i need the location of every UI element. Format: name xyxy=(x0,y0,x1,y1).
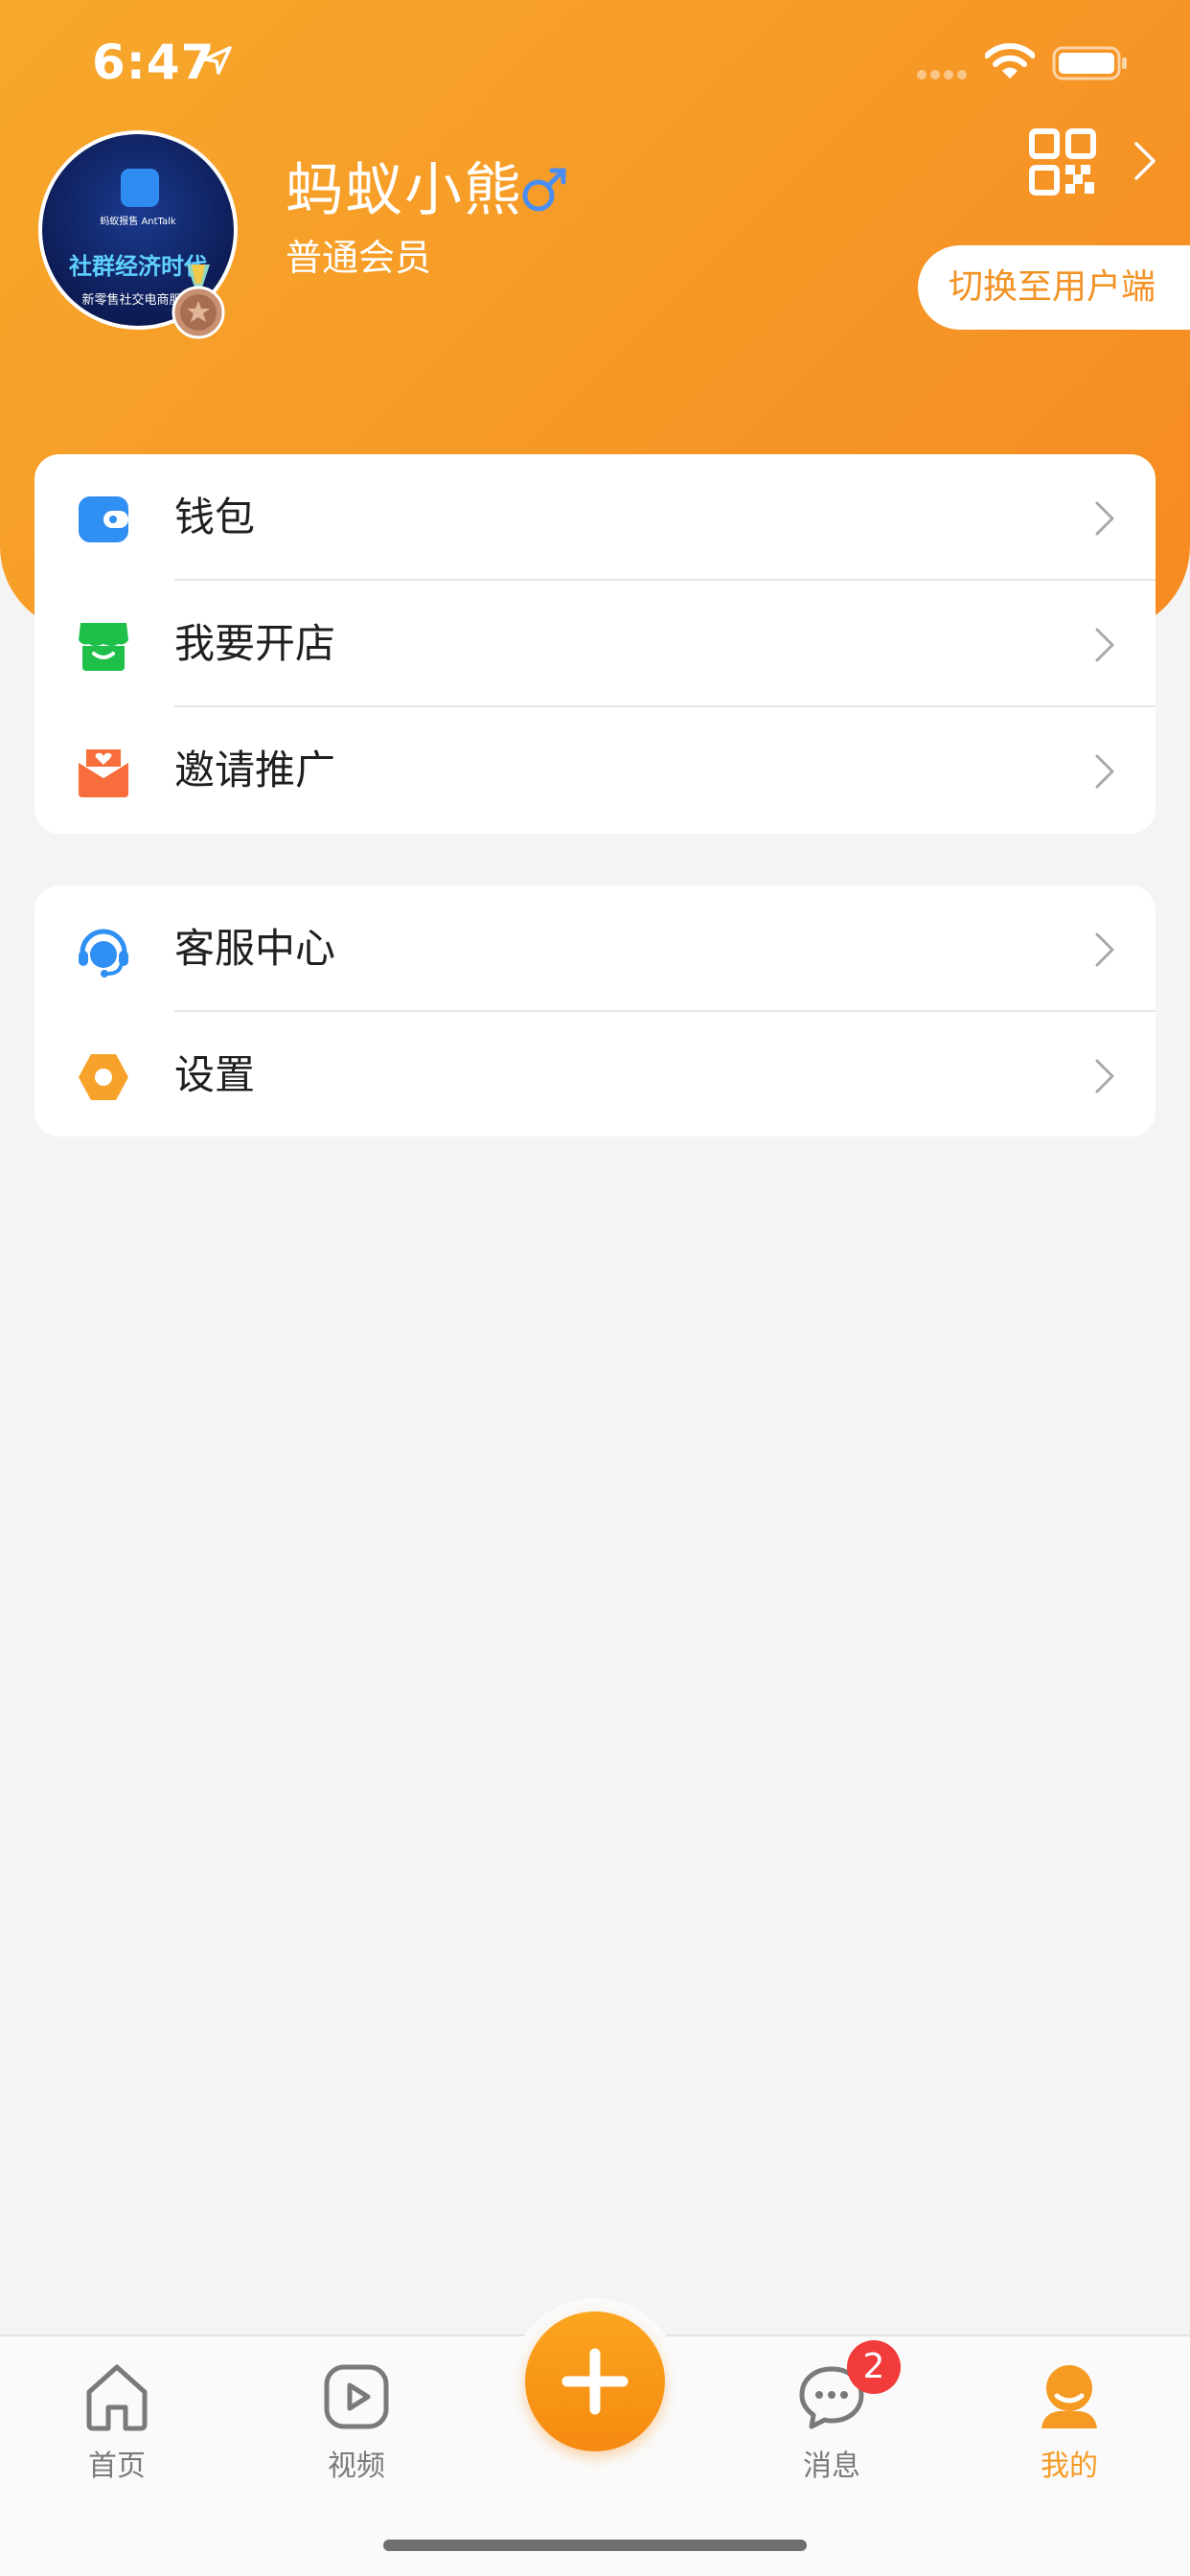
medal-icon xyxy=(172,264,225,339)
tab-label: 我的 xyxy=(1041,2450,1098,2483)
settings-icon xyxy=(79,1054,128,1100)
menu-item-open-store[interactable]: 我要开店 xyxy=(34,581,1156,707)
add-button[interactable] xyxy=(525,2312,665,2451)
status-time: 6:47 xyxy=(92,34,216,90)
unread-badge: 2 xyxy=(847,2340,901,2394)
chevron-right-icon xyxy=(1095,628,1114,662)
menu-label: 邀请推广 xyxy=(174,747,336,794)
menu-item-wallet[interactable]: 钱包 xyxy=(34,454,1156,581)
chevron-right-icon xyxy=(1095,754,1114,789)
wifi-icon xyxy=(985,43,1035,79)
user-name: 蚂蚁小熊 xyxy=(286,157,523,224)
tab-label: 消息 xyxy=(803,2450,860,2483)
tab-me[interactable]: 我的 xyxy=(993,2359,1146,2484)
plus-icon xyxy=(561,2348,629,2415)
status-bar: 6:47 xyxy=(0,0,1190,125)
home-indicator xyxy=(383,2540,807,2551)
switch-to-user-button[interactable]: 切换至用户端 xyxy=(918,245,1190,330)
tab-home[interactable]: 首页 xyxy=(40,2359,194,2484)
menu-label: 钱包 xyxy=(174,494,256,540)
menu-label: 客服中心 xyxy=(174,925,336,972)
male-gender-icon xyxy=(522,168,566,212)
home-icon xyxy=(86,2364,148,2431)
menu-item-invite[interactable]: 邀请推广 xyxy=(34,707,1156,834)
store-icon xyxy=(79,623,128,671)
video-play-icon xyxy=(324,2364,389,2429)
menu-card-primary: 钱包 我要开店 邀请推广 xyxy=(34,454,1156,834)
invite-icon xyxy=(79,749,128,797)
location-arrow-icon xyxy=(203,46,232,75)
tab-label: 视频 xyxy=(328,2450,385,2483)
wallet-icon xyxy=(79,496,128,542)
chevron-right-icon xyxy=(1095,1059,1114,1093)
tab-video[interactable]: 视频 xyxy=(280,2359,433,2484)
qr-code-icon[interactable] xyxy=(1029,128,1096,196)
app-logo-icon xyxy=(121,169,159,207)
avatar-brand: 蚂蚁报售 AntTalk xyxy=(100,217,176,227)
menu-label: 我要开店 xyxy=(174,620,336,667)
chevron-right-icon[interactable] xyxy=(1133,140,1157,182)
user-profile-icon xyxy=(1041,2365,1097,2428)
member-level: 普通会员 xyxy=(286,237,432,279)
headset-icon xyxy=(79,929,128,978)
chevron-right-icon xyxy=(1095,501,1114,536)
menu-item-customer-service[interactable]: 客服中心 xyxy=(34,886,1156,1012)
signal-icon xyxy=(917,70,967,80)
menu-card-secondary: 客服中心 设置 xyxy=(34,886,1156,1137)
chevron-right-icon xyxy=(1095,932,1114,967)
menu-item-settings[interactable]: 设置 xyxy=(34,1012,1156,1138)
tab-label: 首页 xyxy=(88,2450,146,2483)
battery-icon xyxy=(1052,46,1127,80)
menu-label: 设置 xyxy=(174,1051,256,1098)
